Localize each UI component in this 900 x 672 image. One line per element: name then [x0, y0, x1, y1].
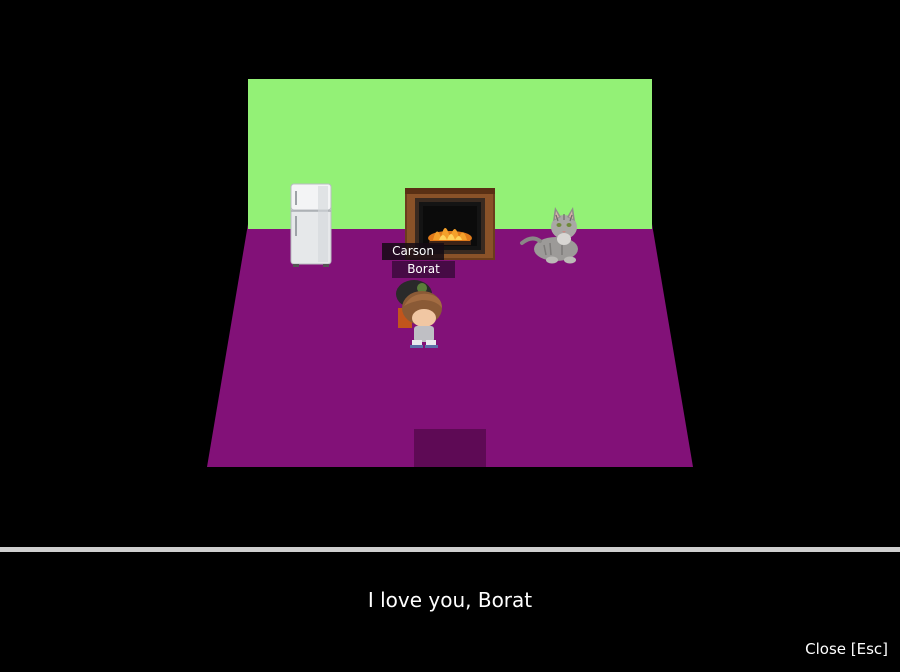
- fridge-icon[interactable]: [290, 183, 332, 267]
- player-avatar[interactable]: [392, 278, 448, 352]
- close-dialogue-button[interactable]: Close [Esc]: [805, 640, 888, 658]
- player-nametag-other: Carson: [382, 243, 444, 260]
- dialogue-text: I love you, Borat: [367, 588, 533, 612]
- dialogue-panel: [0, 552, 900, 672]
- player-nametag-self: Borat: [392, 261, 455, 278]
- room-doorway[interactable]: [414, 429, 486, 467]
- game-stage: Carson Borat I love you, Borat Close [Es…: [0, 0, 900, 672]
- cat-icon[interactable]: [518, 205, 586, 267]
